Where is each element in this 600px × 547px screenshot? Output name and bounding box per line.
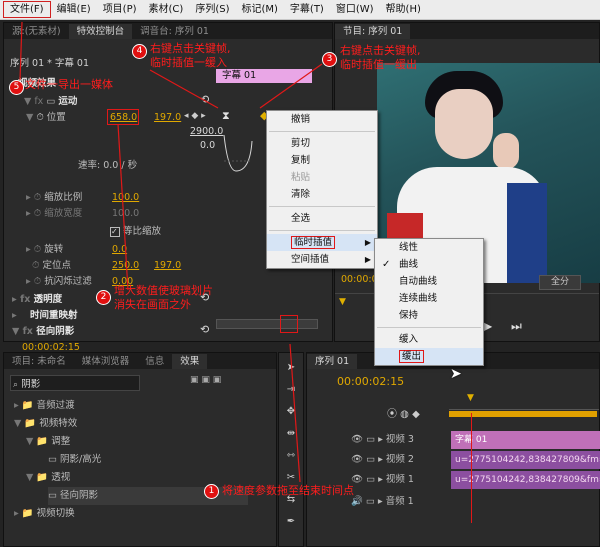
arrow-2 [117,123,129,291]
arrow-3 [259,63,323,109]
arrow-1 [289,343,301,483]
arrow-4 [149,69,219,109]
arrow-5 [19,21,23,81]
annotation-arrows [19,21,323,483]
